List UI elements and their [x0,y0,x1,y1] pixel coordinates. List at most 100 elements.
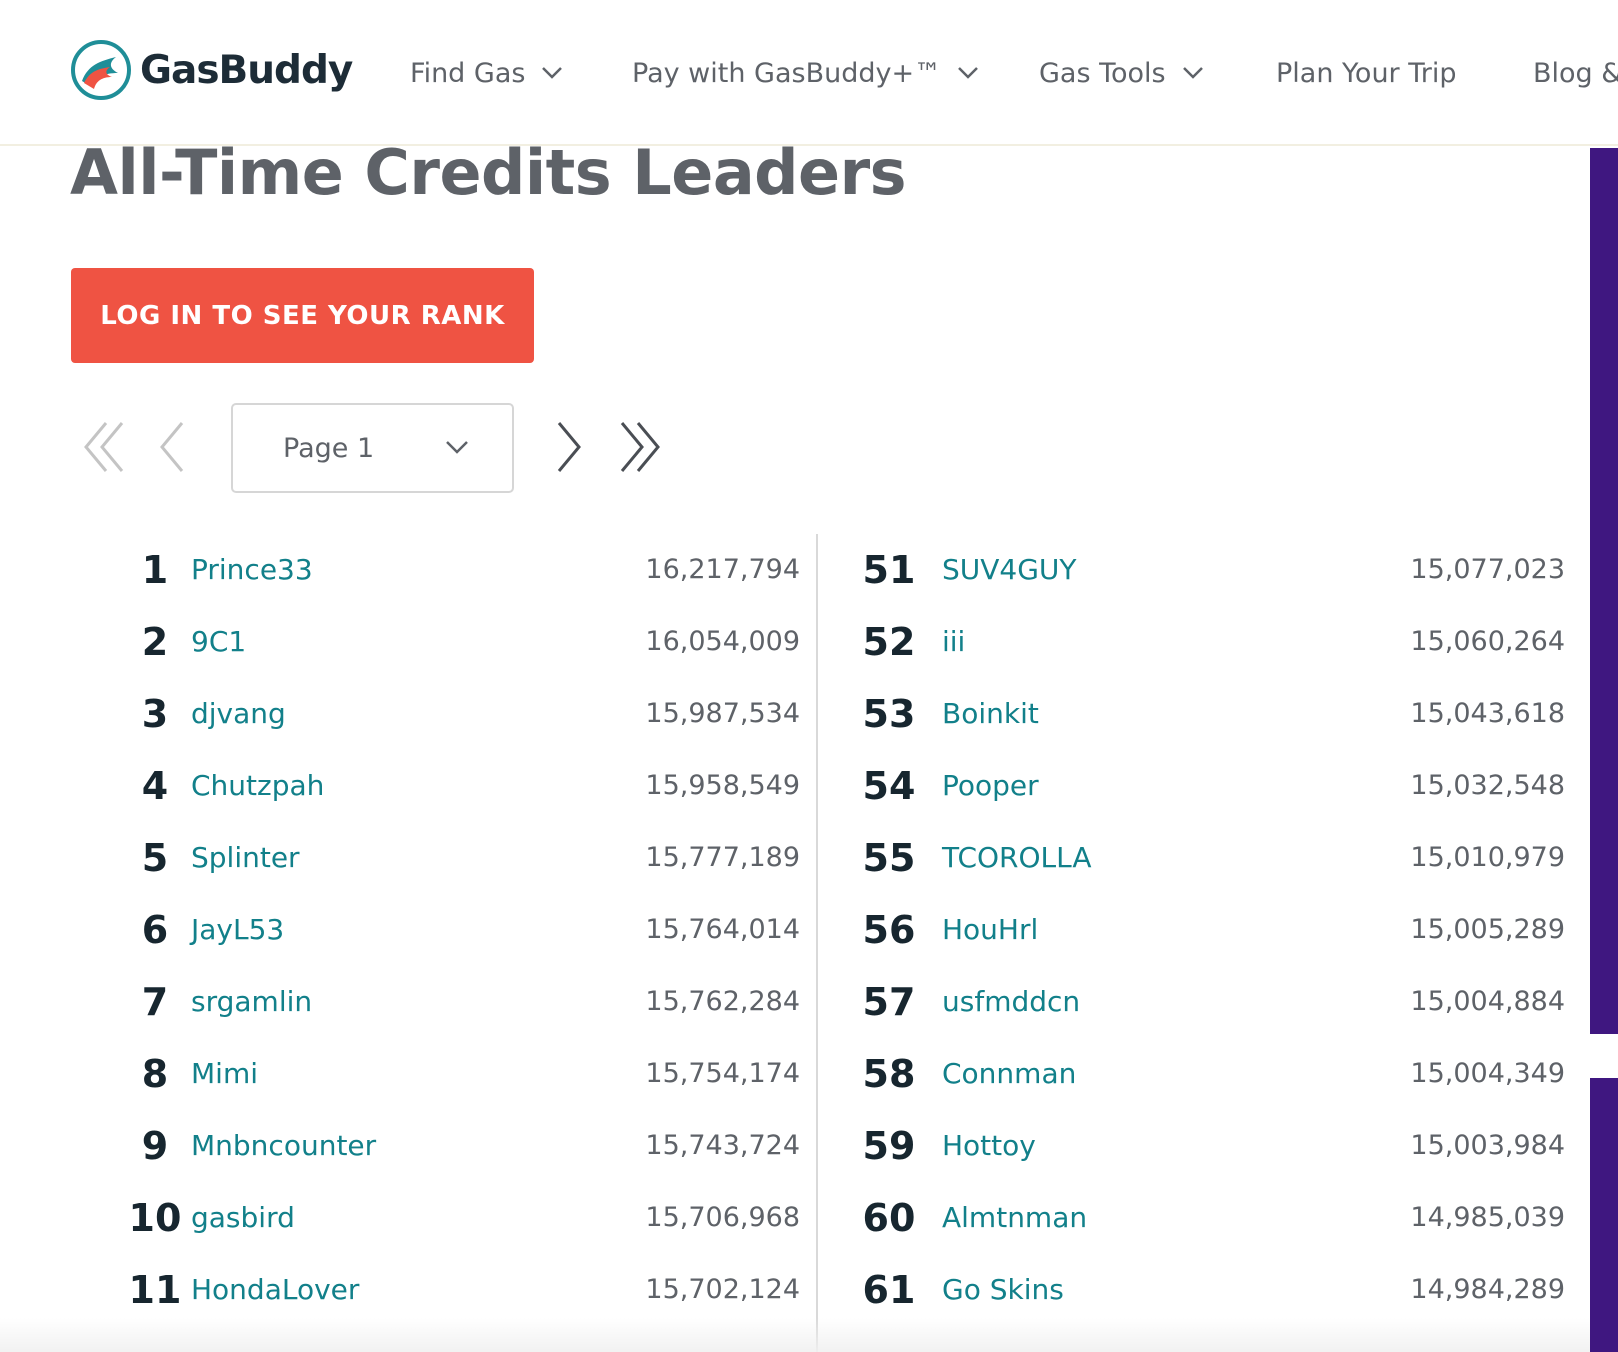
logo-text: GasBuddy [140,47,353,93]
leaderboard-row: 9 Mnbncounter 15,743,724 [70,1110,800,1182]
credits-value: 15,032,548 [1410,770,1565,801]
credits-value: 15,003,984 [1410,1130,1565,1161]
leaderboard-row: 2 9C1 16,054,009 [70,606,800,678]
rank-number: 3 [141,692,169,736]
ad-banner[interactable] [1590,148,1618,1034]
rank-number: 53 [862,692,916,736]
nav-label: Gas Tools [1039,57,1166,89]
username-link[interactable]: Chutzpah [191,768,324,804]
credits-value: 15,077,023 [1410,554,1565,585]
leaderboard-row: 51 SUV4GUY 15,077,023 [820,534,1575,606]
username-link[interactable]: Boinkit [942,696,1039,732]
leaderboard-row: 1 Prince33 16,217,794 [70,534,800,606]
username-link[interactable]: Pooper [942,768,1039,804]
username-link[interactable]: Mimi [191,1056,258,1092]
leaderboard-row: 8 Mimi 15,754,174 [70,1038,800,1110]
page-select-dropdown[interactable]: Page 1 [231,403,514,493]
username-link[interactable]: HouHrl [942,912,1038,948]
nav-label: Blog & [1533,57,1618,89]
site-header: GasBuddy Find Gas Pay with GasBuddy+™ Ga… [0,0,1618,146]
chevron-down-icon [958,67,978,79]
next-page-icon[interactable] [555,420,585,474]
gasbuddy-logo[interactable]: GasBuddy [70,39,353,101]
nav-plan-your-trip[interactable]: Plan Your Trip [1276,53,1457,93]
credits-value: 14,984,289 [1410,1274,1565,1305]
username-link[interactable]: SUV4GUY [942,552,1077,588]
previous-page-icon[interactable] [156,420,186,474]
login-to-see-rank-button[interactable]: LOG IN TO SEE YOUR RANK [71,268,534,363]
leaderboard-left-column: 1 Prince33 16,217,794 2 9C1 16,054,009 3 djvang… [70,534,800,1326]
username-link[interactable]: Mnbncounter [191,1128,376,1164]
rank-number: 51 [862,548,916,592]
first-page-icon[interactable] [82,420,128,474]
leaderboard-row: 58 Connman 15,004,349 [820,1038,1575,1110]
rank-number: 9 [141,1124,169,1168]
leaderboard-row: 55 TCOROLLA 15,010,979 [820,822,1575,894]
leaderboard-row: 5 Splinter 15,777,189 [70,822,800,894]
rank-number: 6 [141,908,169,952]
leaderboard-row: 60 Almtnman 14,985,039 [820,1182,1575,1254]
leaderboard-row: 11 HondaLover 15,702,124 [70,1254,800,1326]
username-link[interactable]: JayL53 [191,912,284,948]
rank-number: 8 [141,1052,169,1096]
username-link[interactable]: srgamlin [191,984,312,1020]
leaderboard-row: 10 gasbird 15,706,968 [70,1182,800,1254]
credits-value: 15,777,189 [645,842,800,873]
nav-blog[interactable]: Blog & [1533,53,1618,93]
username-link[interactable]: Prince33 [191,552,313,588]
username-link[interactable]: djvang [191,696,286,732]
rank-number: 56 [862,908,916,952]
leaderboard-row: 61 Go Skins 14,984,289 [820,1254,1575,1326]
rank-number: 61 [862,1268,916,1312]
username-link[interactable]: TCOROLLA [942,840,1092,876]
rank-number: 60 [862,1196,916,1240]
username-link[interactable]: usfmddcn [942,984,1080,1020]
nav-pay-with-gasbuddy[interactable]: Pay with GasBuddy+™ [632,53,979,93]
username-link[interactable]: Almtnman [942,1200,1087,1236]
credits-value: 15,743,724 [645,1130,800,1161]
username-link[interactable]: gasbird [191,1200,295,1236]
credits-value: 16,217,794 [645,554,800,585]
credits-value: 15,958,549 [645,770,800,801]
credits-value: 15,010,979 [1410,842,1565,873]
rank-number: 2 [141,620,169,664]
leaderboard-row: 7 srgamlin 15,762,284 [70,966,800,1038]
username-link[interactable]: Connman [942,1056,1076,1092]
credits-value: 15,005,289 [1410,914,1565,945]
rank-number: 55 [862,836,916,880]
rank-number: 1 [141,548,169,592]
rank-number: 52 [862,620,916,664]
leaderboard-right-column: 51 SUV4GUY 15,077,023 52 iii 15,060,264 53 Boin… [820,534,1575,1326]
credits-value: 16,054,009 [645,626,800,657]
rank-number: 10 [128,1196,182,1240]
ad-banner[interactable] [1590,1078,1618,1352]
last-page-icon[interactable] [616,420,662,474]
nav-gas-tools[interactable]: Gas Tools [1039,53,1204,93]
credits-value: 14,985,039 [1410,1202,1565,1233]
rank-number: 54 [862,764,916,808]
credits-value: 15,764,014 [645,914,800,945]
username-link[interactable]: 9C1 [191,624,246,660]
rank-number: 4 [141,764,169,808]
username-link[interactable]: iii [942,624,965,660]
leaderboard-row: 52 iii 15,060,264 [820,606,1575,678]
username-link[interactable]: Splinter [191,840,300,876]
leaderboard-row: 56 HouHrl 15,005,289 [820,894,1575,966]
username-link[interactable]: Hottoy [942,1128,1036,1164]
chevron-down-icon [542,67,563,79]
nav-find-gas[interactable]: Find Gas [410,53,563,93]
credits-value: 15,004,349 [1410,1058,1565,1089]
rank-number: 59 [862,1124,916,1168]
leaderboard-row: 3 djvang 15,987,534 [70,678,800,750]
leaderboard-row: 59 Hottoy 15,003,984 [820,1110,1575,1182]
nav-label: Find Gas [410,57,526,89]
page-select-value: Page 1 [283,432,375,464]
rank-number: 58 [862,1052,916,1096]
nav-label: Pay with GasBuddy+™ [632,57,942,89]
username-link[interactable]: Go Skins [942,1272,1064,1308]
page-title: All-Time Credits Leaders [70,136,907,209]
rank-number: 5 [141,836,169,880]
username-link[interactable]: HondaLover [191,1272,359,1308]
leaderboard-row: 4 Chutzpah 15,958,549 [70,750,800,822]
gasbuddy-logo-icon [71,40,131,100]
